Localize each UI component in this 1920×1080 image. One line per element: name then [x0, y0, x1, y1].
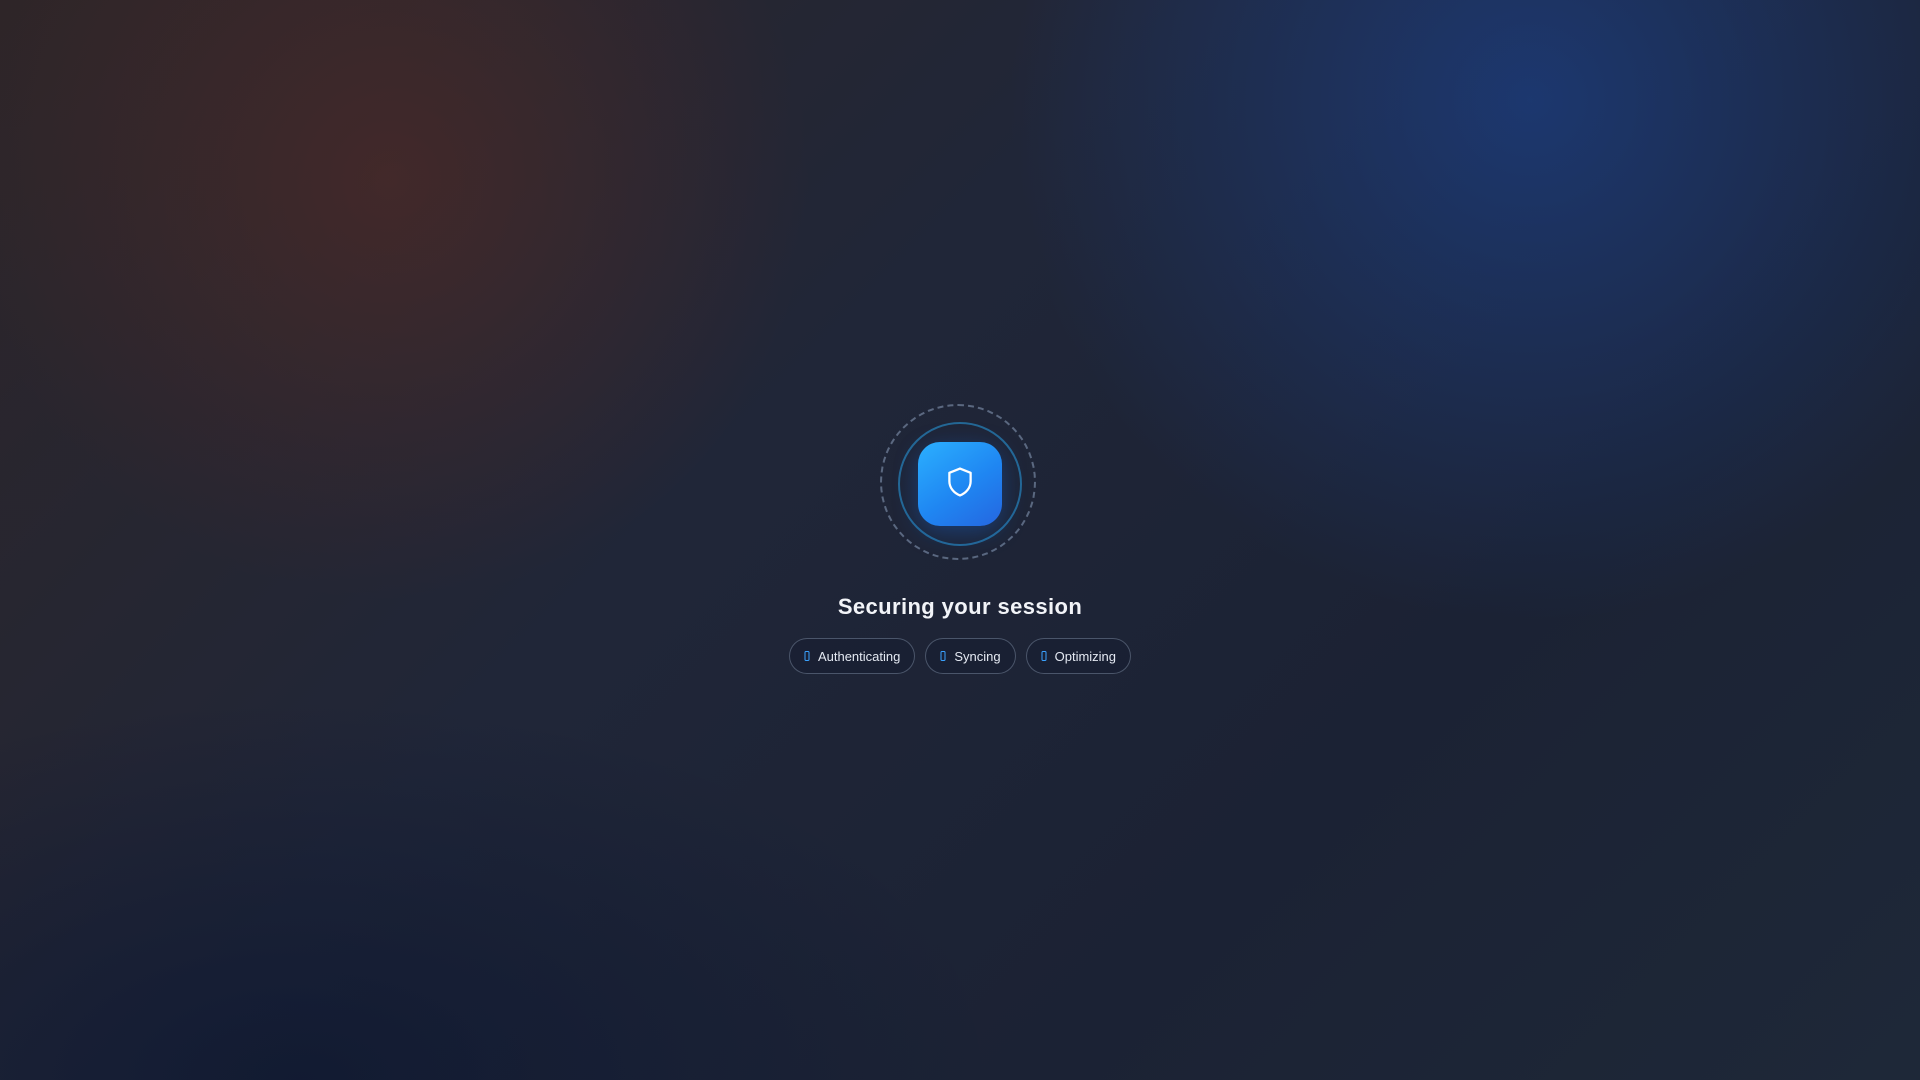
loading-screen: Securing your session Authenticating Syn… [0, 0, 1920, 1080]
status-icon [804, 651, 810, 661]
step-label: Syncing [954, 648, 1001, 664]
step-label: Optimizing [1054, 648, 1117, 664]
progress-steps: Authenticating Syncing Optimizing [0, 638, 1920, 674]
app-logo-tile [918, 442, 1002, 526]
shield-icon [943, 465, 977, 504]
step-label: Authenticating [817, 648, 901, 664]
step-chip-authenticating: Authenticating [788, 638, 916, 674]
page-title: Securing your session [837, 594, 1083, 619]
step-chip-optimizing: Optimizing [1025, 638, 1132, 674]
step-chip-syncing: Syncing [925, 638, 1016, 674]
status-icon [1041, 651, 1047, 661]
status-icon [940, 651, 946, 661]
